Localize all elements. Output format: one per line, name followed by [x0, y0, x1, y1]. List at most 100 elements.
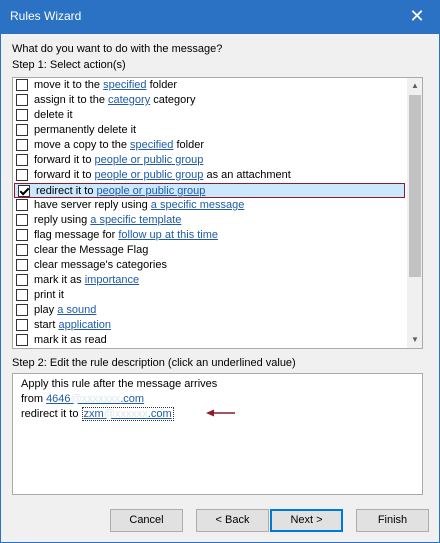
- action-text: flag message for: [34, 229, 119, 241]
- redirect-address-link[interactable]: zxm@xxxxxx.com: [81, 407, 174, 421]
- action-label: move a copy to the specified folder: [34, 138, 204, 152]
- checkbox[interactable]: [16, 124, 28, 136]
- action-text: as an attachment: [203, 169, 291, 181]
- action-item[interactable]: reply using a specific template: [13, 213, 406, 228]
- action-text: reply using: [34, 214, 91, 226]
- title-bar[interactable]: Rules Wizard ✕: [1, 1, 439, 34]
- action-link[interactable]: specified: [103, 79, 146, 91]
- action-link[interactable]: people or public group: [97, 185, 206, 197]
- checkbox[interactable]: [16, 319, 28, 331]
- checkbox[interactable]: [16, 109, 28, 121]
- action-item[interactable]: mark it as read: [13, 333, 406, 348]
- action-item[interactable]: start application: [13, 318, 406, 333]
- action-item[interactable]: redirect it to people or public group: [14, 183, 405, 198]
- checkbox[interactable]: [16, 79, 28, 91]
- checkbox-checked[interactable]: [18, 185, 30, 197]
- action-item[interactable]: print it: [13, 288, 406, 303]
- action-item[interactable]: have server reply using a specific messa…: [13, 198, 406, 213]
- checkbox[interactable]: [16, 229, 28, 241]
- action-text: assign it to the: [34, 94, 108, 106]
- action-item[interactable]: forward it to people or public group as …: [13, 168, 406, 183]
- action-link[interactable]: application: [58, 319, 111, 331]
- from-address-link[interactable]: 4646@xxxxxxx.com: [46, 393, 144, 405]
- action-link[interactable]: specified: [130, 139, 173, 151]
- action-item[interactable]: forward it to people or public group: [13, 153, 406, 168]
- step2-label: Step 2: Edit the rule description (click…: [12, 357, 296, 369]
- description-line-from: from 4646@xxxxxxx.com: [21, 393, 144, 405]
- action-item[interactable]: assign it to the category category: [13, 93, 406, 108]
- close-icon[interactable]: ✕: [395, 1, 439, 34]
- action-link[interactable]: importance: [85, 274, 139, 286]
- action-item[interactable]: clear message's categories: [13, 258, 406, 273]
- window-title: Rules Wizard: [10, 9, 82, 23]
- action-text: print it: [34, 289, 64, 301]
- action-text: mark it as read: [34, 334, 107, 346]
- action-text: folder: [173, 139, 204, 151]
- action-text: mark it as: [34, 274, 85, 286]
- action-label: start application: [34, 318, 111, 332]
- vertical-scrollbar[interactable]: ▲ ▼: [407, 78, 422, 348]
- next-button[interactable]: Next >: [270, 509, 343, 532]
- action-item[interactable]: flag message for follow up at this time: [13, 228, 406, 243]
- action-item[interactable]: move a copy to the specified folder: [13, 138, 406, 153]
- action-label: permanently delete it: [34, 123, 136, 137]
- action-item[interactable]: mark it as importance: [13, 273, 406, 288]
- action-link[interactable]: a sound: [57, 304, 96, 316]
- action-label: delete it: [34, 108, 73, 122]
- action-label: print it: [34, 288, 64, 302]
- scroll-down-icon[interactable]: ▼: [407, 332, 422, 348]
- action-item[interactable]: permanently delete it: [13, 123, 406, 138]
- checkbox[interactable]: [16, 169, 28, 181]
- action-label: have server reply using a specific messa…: [34, 198, 244, 212]
- blurred-text: @xxxxxx: [103, 408, 148, 420]
- action-link[interactable]: a specific message: [151, 199, 245, 211]
- question-label: What do you want to do with the message?: [12, 43, 223, 55]
- checkbox[interactable]: [16, 94, 28, 106]
- action-label: redirect it to people or public group: [36, 184, 205, 198]
- checkbox[interactable]: [16, 259, 28, 271]
- action-label: play a sound: [34, 303, 96, 317]
- action-item[interactable]: delete it: [13, 108, 406, 123]
- scrollbar-thumb[interactable]: [409, 95, 421, 277]
- checkbox[interactable]: [16, 154, 28, 166]
- description-line-apply: Apply this rule after the message arrive…: [21, 378, 218, 390]
- checkbox[interactable]: [16, 274, 28, 286]
- action-label: clear message's categories: [34, 258, 167, 272]
- finish-button[interactable]: Finish: [356, 509, 429, 532]
- action-text: have server reply using: [34, 199, 151, 211]
- action-item[interactable]: play a sound: [13, 303, 406, 318]
- action-text: redirect it to: [36, 185, 97, 197]
- action-link[interactable]: category: [108, 94, 150, 106]
- scroll-up-icon[interactable]: ▲: [407, 78, 422, 94]
- cancel-button[interactable]: Cancel: [110, 509, 183, 532]
- action-text: clear the Message Flag: [34, 244, 149, 256]
- redirect-prefix: redirect it to: [21, 408, 82, 420]
- action-text: forward it to: [34, 154, 95, 166]
- checkbox[interactable]: [16, 199, 28, 211]
- actions-list[interactable]: move it to the specified folder assign it…: [12, 77, 423, 349]
- action-text: permanently delete it: [34, 124, 137, 136]
- rule-description-box: Apply this rule after the message arrive…: [12, 373, 423, 495]
- action-label: forward it to people or public group as …: [34, 168, 291, 182]
- action-link[interactable]: a specific template: [90, 214, 181, 226]
- checkbox[interactable]: [16, 304, 28, 316]
- back-button[interactable]: < Back: [196, 509, 269, 532]
- blurred-text: @xxxxxxx: [70, 393, 121, 405]
- action-text: move a copy to the: [34, 139, 130, 151]
- action-text: delete it: [34, 109, 73, 121]
- action-item[interactable]: clear the Message Flag: [13, 243, 406, 258]
- action-text: play: [34, 304, 58, 316]
- action-label: mark it as read: [34, 333, 107, 347]
- checkbox[interactable]: [16, 214, 28, 226]
- action-label: mark it as importance: [34, 273, 139, 287]
- action-link[interactable]: people or public group: [95, 169, 204, 181]
- checkbox[interactable]: [16, 289, 28, 301]
- checkbox[interactable]: [16, 139, 28, 151]
- action-link[interactable]: people or public group: [95, 154, 204, 166]
- action-text: move it to the: [34, 79, 104, 91]
- action-item[interactable]: move it to the specified folder: [13, 78, 406, 93]
- rules-wizard-dialog: Rules Wizard ✕ What do you want to do wi…: [0, 0, 440, 543]
- checkbox[interactable]: [16, 244, 28, 256]
- checkbox[interactable]: [16, 334, 28, 346]
- action-link[interactable]: follow up at this time: [118, 229, 218, 241]
